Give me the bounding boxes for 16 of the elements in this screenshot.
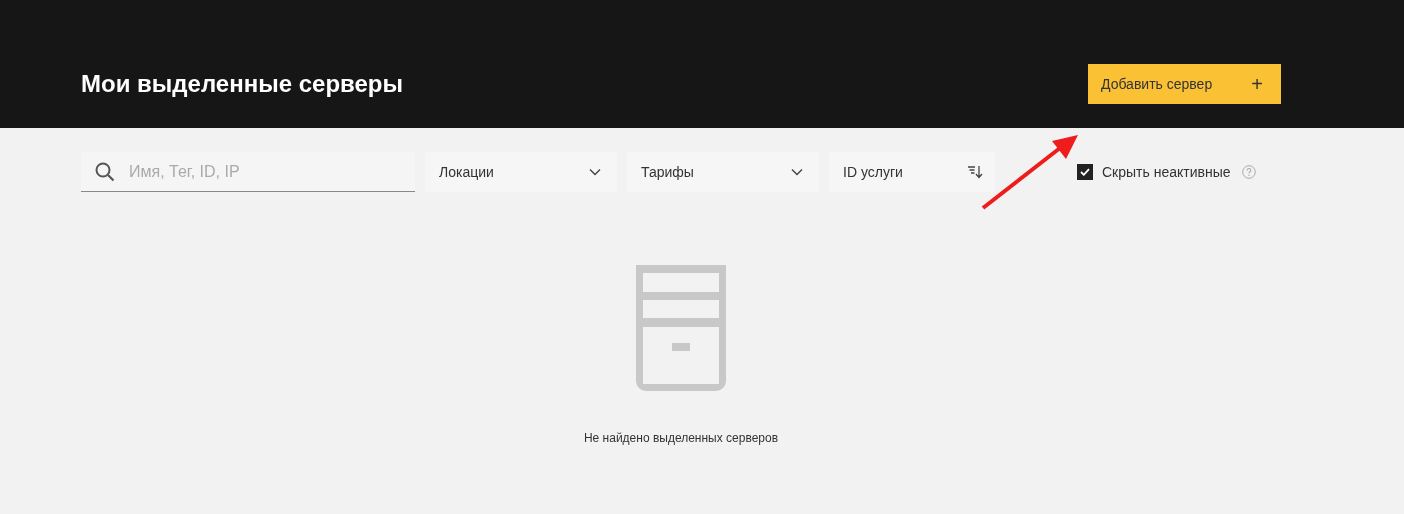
sort-icon xyxy=(967,165,983,179)
server-icon xyxy=(636,265,726,391)
help-icon xyxy=(1241,165,1256,179)
search-icon xyxy=(95,162,115,182)
dropdown[interactable]: Тарифы xyxy=(627,152,819,192)
chevron-down-icon xyxy=(589,168,601,176)
checkbox-label: Скрыть неактивные xyxy=(1102,164,1231,180)
chevron-down-icon xyxy=(791,168,803,176)
plus-icon: + xyxy=(1251,72,1263,96)
dropdown[interactable]: Локации xyxy=(425,152,617,192)
page-title: Мои выделенные серверы xyxy=(81,70,403,98)
sort-dropdown[interactable]: ID услуги xyxy=(829,152,995,192)
check-icon xyxy=(1080,168,1090,176)
add-server-button[interactable]: Добавить сервер + xyxy=(1088,64,1281,104)
checkbox[interactable] xyxy=(1077,164,1093,180)
empty-message: Не найдено выделенных серверов xyxy=(583,431,779,445)
